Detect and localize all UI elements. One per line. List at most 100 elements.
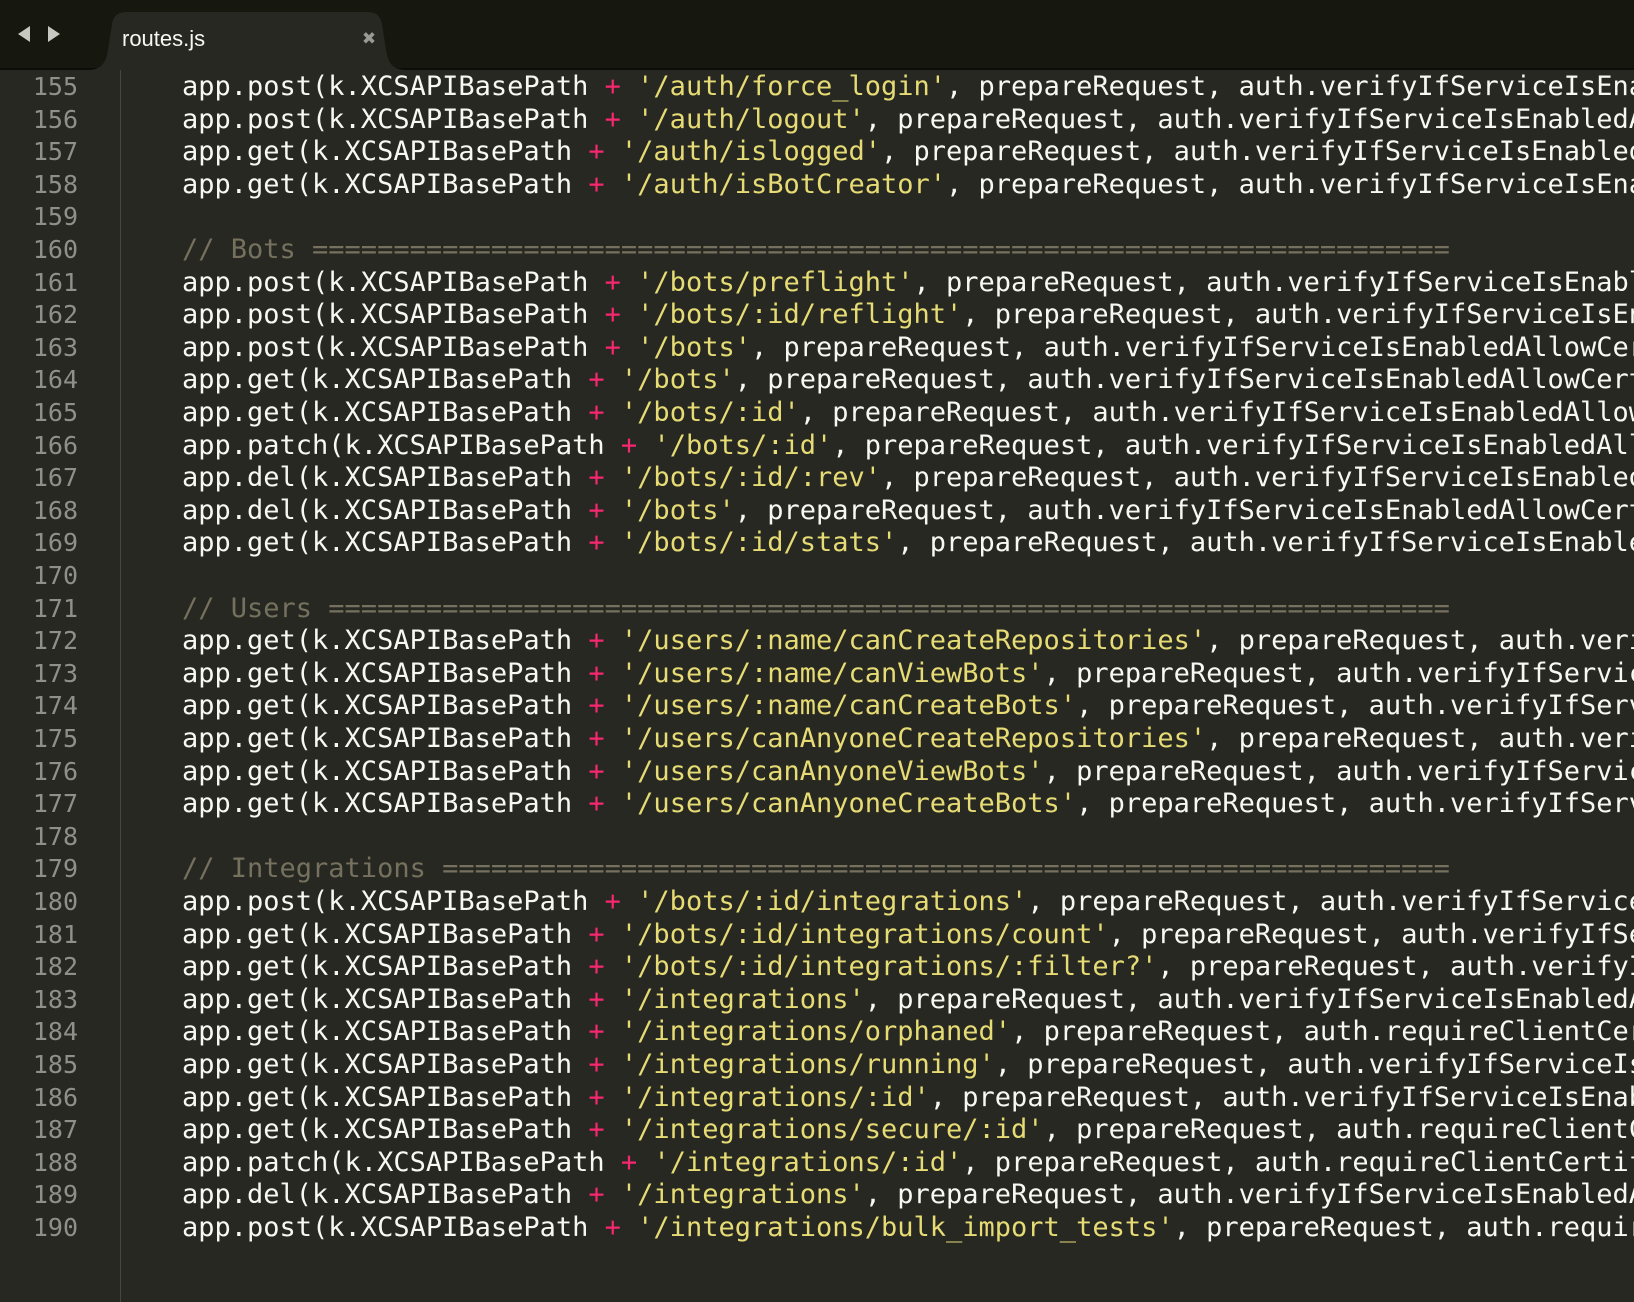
- code-line[interactable]: 159: [0, 200, 1634, 234]
- line-number: 158: [32, 169, 78, 199]
- code-text: app.get(k.XCSAPIBasePath + '/integration…: [182, 983, 1634, 1017]
- code-line[interactable]: 156 app.post(k.XCSAPIBasePath + '/auth/lo…: [0, 103, 1634, 137]
- code-line[interactable]: 170: [0, 559, 1634, 593]
- code-token: , prepareRequest, auth.verifyIfServiceIs…: [946, 168, 1634, 200]
- code-token: app.post(k.XCSAPIBasePath: [182, 1212, 605, 1243]
- code-text: app.get(k.XCSAPIBasePath + '/bots', prep…: [182, 363, 1634, 397]
- code-line[interactable]: 158 app.get(k.XCSAPIBasePath + '/auth/isB…: [0, 168, 1634, 202]
- code-token: app.del(k.XCSAPIBasePath: [182, 462, 589, 494]
- code-line[interactable]: 183 app.get(k.XCSAPIBasePath + '/integrat…: [0, 983, 1634, 1017]
- code-line[interactable]: 181 app.get(k.XCSAPIBasePath + '/bots/:id…: [0, 918, 1634, 952]
- string-token: '/bots': [620, 364, 735, 396]
- operator-token: +: [588, 1179, 605, 1211]
- code-line[interactable]: 165 app.get(k.XCSAPIBasePath + '/bots/:id…: [0, 396, 1634, 430]
- code-token: app.get(k.XCSAPIBasePath: [182, 1081, 589, 1113]
- code-token: app.post(k.XCSAPIBasePath: [182, 266, 605, 298]
- operator-token: +: [604, 266, 621, 298]
- code-text: app.get(k.XCSAPIBasePath + '/users/canAn…: [182, 722, 1634, 756]
- line-number: 189: [32, 1180, 78, 1210]
- code-line[interactable]: 175 app.get(k.XCSAPIBasePath + '/users/ca…: [0, 722, 1634, 756]
- code-token: , prepareRequest, auth.verifyIfServiceI: [1027, 886, 1634, 917]
- line-number: 188: [32, 1147, 78, 1177]
- next-tab-icon[interactable]: [44, 22, 64, 46]
- code-line[interactable]: 178: [0, 820, 1634, 854]
- operator-token: +: [588, 494, 605, 526]
- operator-token: +: [604, 71, 621, 102]
- code-line[interactable]: 171 // Users ============================…: [0, 592, 1634, 626]
- operator-token: +: [604, 299, 621, 331]
- code-line[interactable]: 163 app.post(k.XCSAPIBasePath + '/bots', …: [0, 331, 1634, 365]
- code-token: , prepareRequest, auth.verifyIfServiceIs…: [881, 136, 1634, 168]
- code-line[interactable]: 164 app.get(k.XCSAPIBasePath + '/bots', p…: [0, 363, 1634, 397]
- code-line[interactable]: 182 app.get(k.XCSAPIBasePath + '/bots/:id…: [0, 950, 1634, 984]
- operator-token: +: [588, 397, 605, 428]
- operator-token: +: [588, 136, 605, 168]
- code-line[interactable]: 188 app.patch(k.XCSAPIBasePath + '/integr…: [0, 1146, 1634, 1180]
- code-line[interactable]: 176 app.get(k.XCSAPIBasePath + '/users/ca…: [0, 755, 1634, 789]
- line-number: 162: [32, 300, 78, 330]
- line-number: 184: [32, 1017, 78, 1047]
- string-token: '/integrations/orphaned': [620, 1016, 1012, 1048]
- code-line[interactable]: 166 app.patch(k.XCSAPIBasePath + '/bots/:…: [0, 429, 1634, 463]
- string-token: '/integrations/secure/:id': [620, 1114, 1044, 1146]
- code-text: // Integrations ========================…: [182, 852, 1450, 886]
- code-editor[interactable]: 155 app.post(k.XCSAPIBasePath + '/auth/fo…: [0, 70, 1634, 1302]
- code-line[interactable]: 190 app.post(k.XCSAPIBasePath + '/integra…: [0, 1211, 1634, 1245]
- string-token: '/integrations/:id': [620, 1081, 930, 1113]
- code-line[interactable]: 172 app.get(k.XCSAPIBasePath + '/users/:n…: [0, 624, 1634, 658]
- code-line[interactable]: 167 app.del(k.XCSAPIBasePath + '/bots/:id…: [0, 461, 1634, 495]
- editor-window: routes.js ✖ 155 app.post(k.XCSAPIBasePath…: [0, 0, 1634, 1302]
- operator-token: +: [588, 723, 605, 754]
- code-line[interactable]: 173 app.get(k.XCSAPIBasePath + '/users/:n…: [0, 657, 1634, 691]
- line-number: 190: [32, 1213, 78, 1242]
- line-number: 157: [32, 137, 78, 167]
- code-line[interactable]: 155 app.post(k.XCSAPIBasePath + '/auth/fo…: [0, 70, 1634, 104]
- code-text: app.post(k.XCSAPIBasePath + '/bots/:id/i…: [182, 885, 1634, 919]
- code-line[interactable]: 180 app.post(k.XCSAPIBasePath + '/bots/:i…: [0, 885, 1634, 919]
- code-line[interactable]: 157 app.get(k.XCSAPIBasePath + '/auth/isl…: [0, 135, 1634, 169]
- code-token: app.get(k.XCSAPIBasePath: [182, 168, 589, 200]
- code-text: // Bots ================================…: [182, 233, 1450, 267]
- code-line[interactable]: 169 app.get(k.XCSAPIBasePath + '/bots/:id…: [0, 526, 1634, 560]
- code-line[interactable]: 162 app.post(k.XCSAPIBasePath + '/bots/:i…: [0, 298, 1634, 332]
- code-token: app.get(k.XCSAPIBasePath: [182, 690, 589, 722]
- code-line[interactable]: 184 app.get(k.XCSAPIBasePath + '/integrat…: [0, 1015, 1634, 1049]
- code-line[interactable]: 187 app.get(k.XCSAPIBasePath + '/integrat…: [0, 1113, 1634, 1147]
- line-number: 175: [32, 724, 78, 753]
- code-token: , prepareRequest, auth.verifyIfServiceIs…: [734, 364, 1634, 396]
- code-line[interactable]: 168 app.del(k.XCSAPIBasePath + '/bots', p…: [0, 494, 1634, 528]
- close-tab-icon[interactable]: ✖: [358, 28, 380, 50]
- operator-token: +: [588, 788, 605, 820]
- code-text: app.post(k.XCSAPIBasePath + '/bots', pre…: [182, 331, 1634, 365]
- code-line[interactable]: 161 app.post(k.XCSAPIBasePath + '/bots/pr…: [0, 266, 1634, 300]
- code-token: , prepareRequest, auth.verifyIfServiceIs…: [962, 299, 1634, 331]
- code-line[interactable]: 189 app.del(k.XCSAPIBasePath + '/integrat…: [0, 1178, 1634, 1212]
- code-line[interactable]: 186 app.get(k.XCSAPIBasePath + '/integrat…: [0, 1081, 1634, 1115]
- code-token: app.get(k.XCSAPIBasePath: [182, 951, 589, 983]
- code-line[interactable]: 174 app.get(k.XCSAPIBasePath + '/users/:n…: [0, 689, 1634, 723]
- code-token: , prepareRequest, auth.verif: [1206, 625, 1634, 657]
- code-token: app.post(k.XCSAPIBasePath: [182, 103, 605, 135]
- code-token: , prepareRequest, auth.verifyIfServiceIs…: [734, 494, 1634, 526]
- code-line[interactable]: 160 // Bots =============================…: [0, 233, 1634, 267]
- code-line[interactable]: 185 app.get(k.XCSAPIBasePath + '/integrat…: [0, 1048, 1634, 1082]
- code-line[interactable]: 177 app.get(k.XCSAPIBasePath + '/users/ca…: [0, 787, 1634, 821]
- code-line[interactable]: 179 // Integrations =====================…: [0, 852, 1634, 886]
- code-token: , prepareRequest, auth.verifyIfServiceIs…: [994, 1049, 1634, 1080]
- string-token: '/integrations/running': [620, 1049, 995, 1080]
- code-token: , prepareRequest, auth.verifyIfServiceIs…: [897, 527, 1634, 559]
- string-token: '/bots/:id/integrations/:filter?': [620, 951, 1158, 983]
- string-token: '/bots/preflight': [637, 266, 914, 298]
- tab-routes-js[interactable]: routes.js ✖: [88, 12, 406, 70]
- code-text: app.get(k.XCSAPIBasePath + '/integration…: [182, 1081, 1634, 1115]
- previous-tab-icon[interactable]: [14, 22, 34, 46]
